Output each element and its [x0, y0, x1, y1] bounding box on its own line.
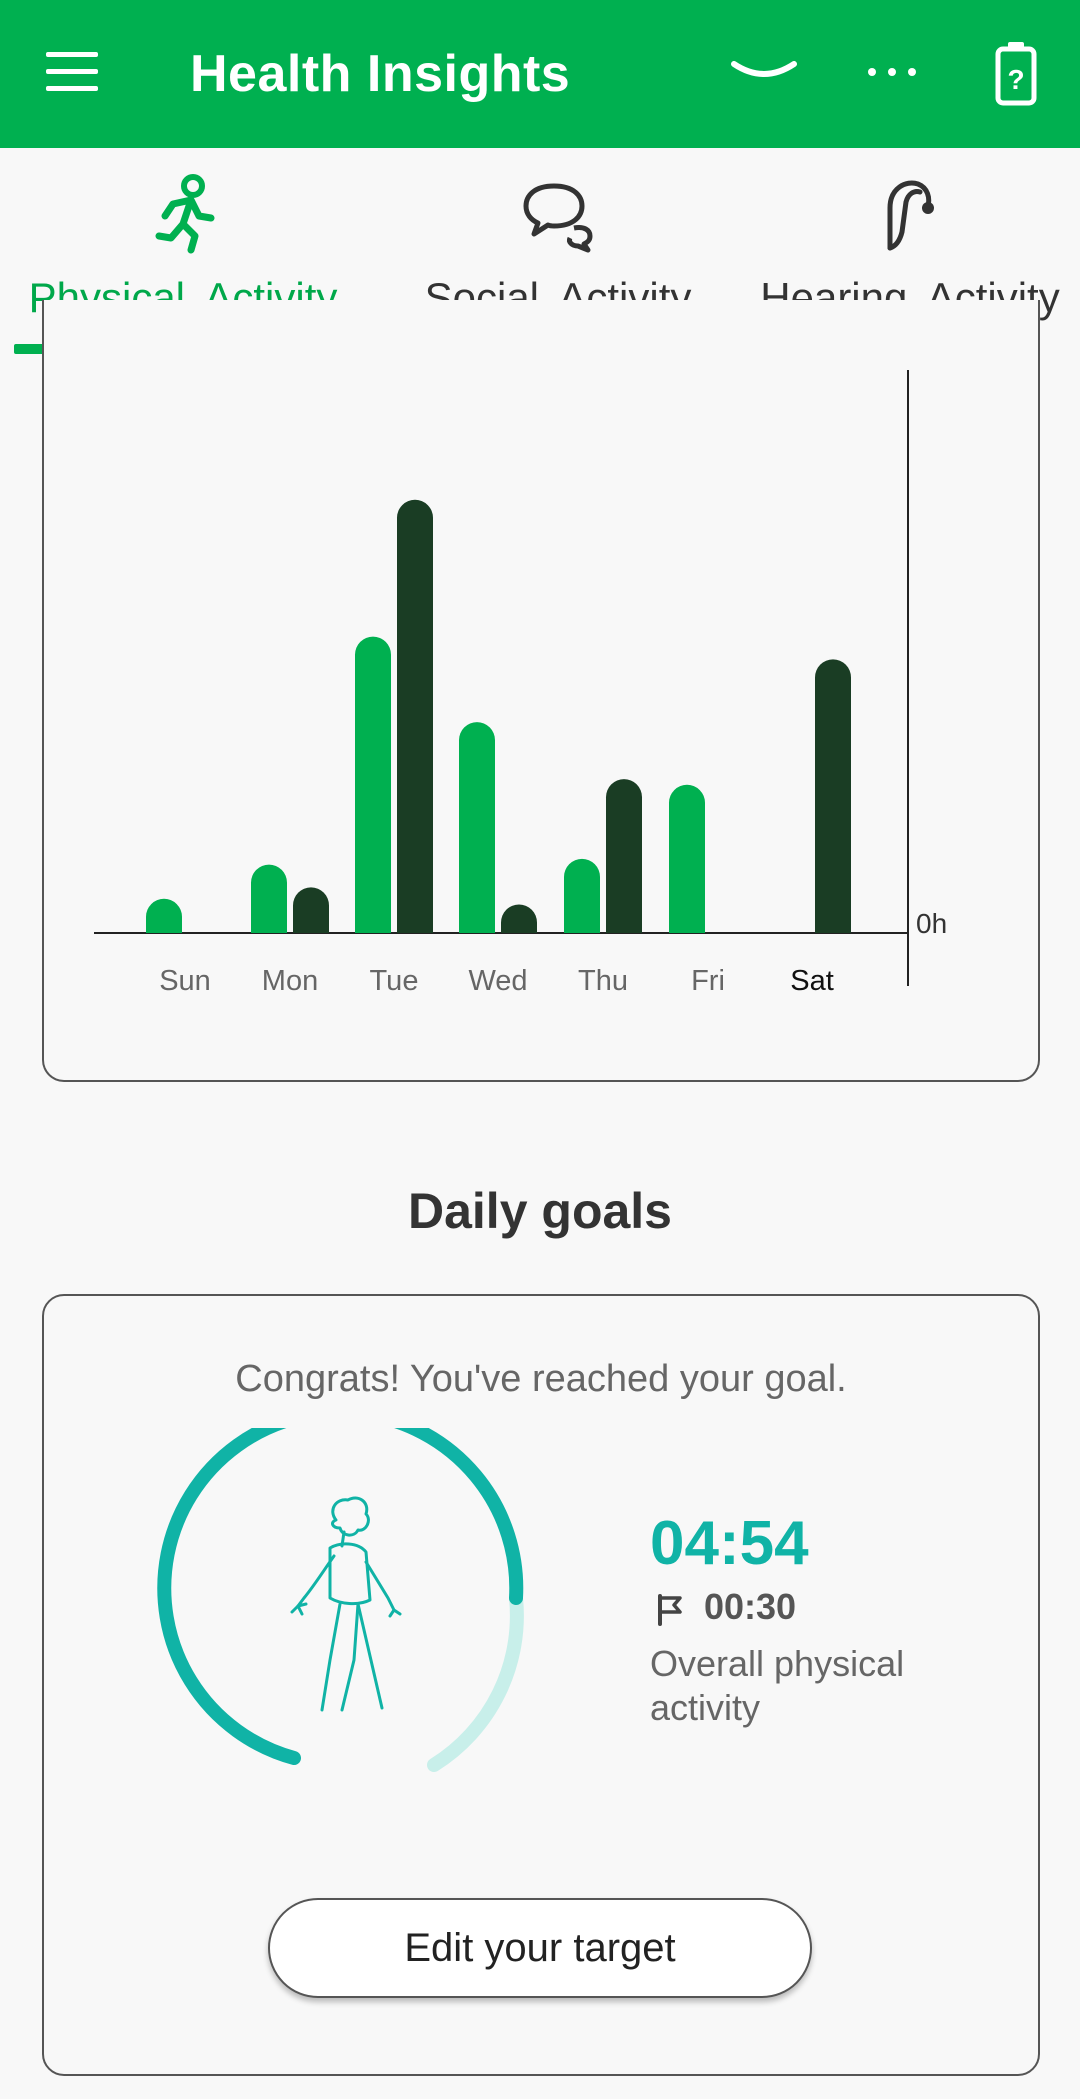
- x-tick-label-thu: Thu: [578, 965, 628, 997]
- bar-wed-series-2: [501, 904, 537, 933]
- app-title: Health Insights: [190, 45, 571, 103]
- x-tick-label-tue: Tue: [370, 965, 419, 997]
- flag-icon: [658, 1594, 682, 1626]
- bar-thu-series-2: [606, 779, 642, 933]
- bar-sat-series-2: [815, 659, 851, 933]
- x-tick-label-sat: Sat: [790, 965, 834, 997]
- daily-goal-card: Congrats! You've reached your goal. 04:5…: [42, 1294, 1040, 2076]
- menu-icon[interactable]: [46, 52, 98, 92]
- battery-status-icon[interactable]: ?: [994, 40, 1038, 106]
- bar-tue-series-1: [355, 636, 391, 933]
- chevron-down-icon[interactable]: [730, 56, 798, 92]
- goal-message: Congrats! You've reached your goal.: [235, 1358, 847, 1400]
- daily-goals-title: Daily goals: [408, 1183, 672, 1239]
- goal-description: Overall physical activity: [650, 1643, 905, 1728]
- goal-progress-ring: [157, 1428, 524, 1772]
- bar-chart: 0h Sun Mon Tue Wed Thu Fri Sat: [94, 370, 947, 997]
- walking-person-illustration: [290, 1496, 402, 1712]
- more-options-icon[interactable]: [866, 60, 918, 84]
- bar-tue-series-2: [397, 499, 433, 933]
- bar-sun-series-1: [146, 898, 182, 933]
- bar-thu-series-1: [564, 858, 600, 933]
- edit-target-button[interactable]: Edit your target: [268, 1898, 812, 1998]
- y-axis-label: 0h: [916, 908, 947, 939]
- bar-mon-series-2: [293, 887, 329, 933]
- svg-text:?: ?: [1007, 64, 1024, 95]
- bar-fri-series-1: [669, 784, 705, 933]
- hearing-aid-icon: [887, 180, 934, 251]
- speech-bubbles-icon: [523, 183, 593, 253]
- app-bar: Health Insights ?: [0, 0, 1080, 148]
- weekly-activity-chart: 0h Sun Mon Tue Wed Thu Fri Sat: [42, 300, 1040, 1082]
- activity-time: 04:54: [650, 1509, 809, 1578]
- x-tick-label-sun: Sun: [159, 965, 211, 997]
- x-tick-label-fri: Fri: [691, 965, 725, 997]
- bar-mon-series-1: [251, 864, 287, 933]
- x-tick-label-wed: Wed: [468, 965, 527, 997]
- walking-person-icon: [155, 174, 215, 254]
- bar-wed-series-1: [459, 722, 495, 933]
- target-time: 00:30: [704, 1586, 797, 1627]
- x-tick-label-mon: Mon: [262, 965, 318, 997]
